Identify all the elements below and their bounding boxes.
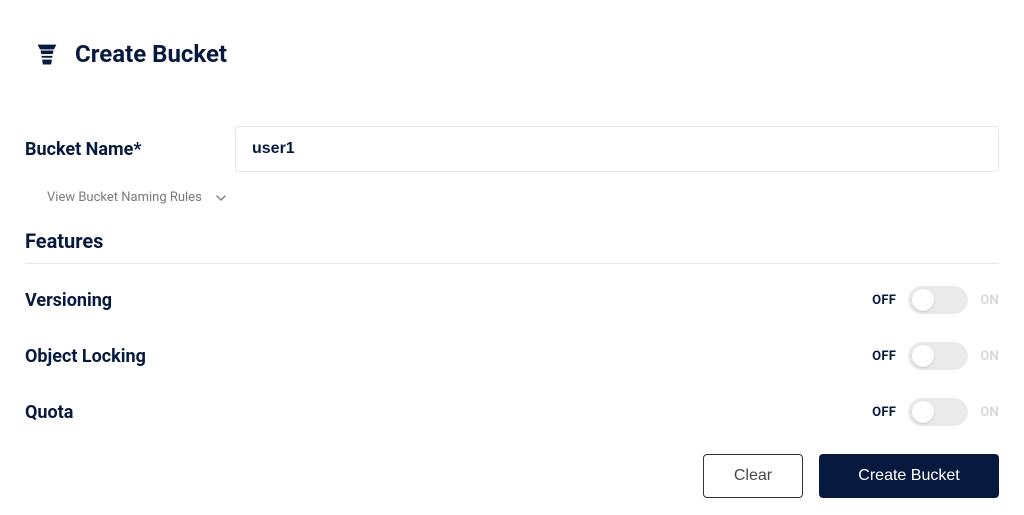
feature-quota-label: Quota	[25, 402, 73, 423]
chevron-down-icon	[216, 193, 226, 203]
features-section-title: Features	[25, 229, 999, 253]
bucket-name-row: Bucket Name*	[25, 126, 999, 172]
feature-object-locking-row: Object Locking OFF ON	[25, 342, 999, 370]
create-bucket-button[interactable]: Create Bucket	[819, 454, 999, 498]
toggle-on-label: ON	[980, 405, 999, 420]
view-naming-rules-link[interactable]: View Bucket Naming Rules	[47, 190, 226, 205]
clear-button[interactable]: Clear	[703, 454, 803, 498]
feature-versioning-toggle-group: OFF ON	[872, 286, 999, 314]
page-title: Create Bucket	[75, 40, 227, 68]
feature-object-locking-toggle[interactable]	[908, 342, 968, 370]
toggle-on-label: ON	[980, 349, 999, 364]
toggle-off-label: OFF	[872, 405, 896, 420]
feature-quota-toggle[interactable]	[908, 398, 968, 426]
feature-versioning-row: Versioning OFF ON	[25, 286, 999, 314]
feature-object-locking-toggle-group: OFF ON	[872, 342, 999, 370]
naming-rules-label: View Bucket Naming Rules	[47, 190, 202, 205]
bucket-icon	[33, 40, 61, 68]
bucket-name-label: Bucket Name*	[25, 139, 205, 160]
feature-versioning-toggle[interactable]	[908, 286, 968, 314]
feature-versioning-label: Versioning	[25, 290, 112, 311]
section-divider	[25, 263, 999, 264]
feature-quota-row: Quota OFF ON	[25, 398, 999, 426]
toggle-off-label: OFF	[872, 293, 896, 308]
feature-quota-toggle-group: OFF ON	[872, 398, 999, 426]
page-header: Create Bucket	[25, 40, 999, 68]
toggle-on-label: ON	[980, 293, 999, 308]
toggle-off-label: OFF	[872, 349, 896, 364]
feature-object-locking-label: Object Locking	[25, 346, 146, 367]
bucket-name-input[interactable]	[235, 126, 999, 172]
form-actions: Clear Create Bucket	[25, 454, 999, 498]
